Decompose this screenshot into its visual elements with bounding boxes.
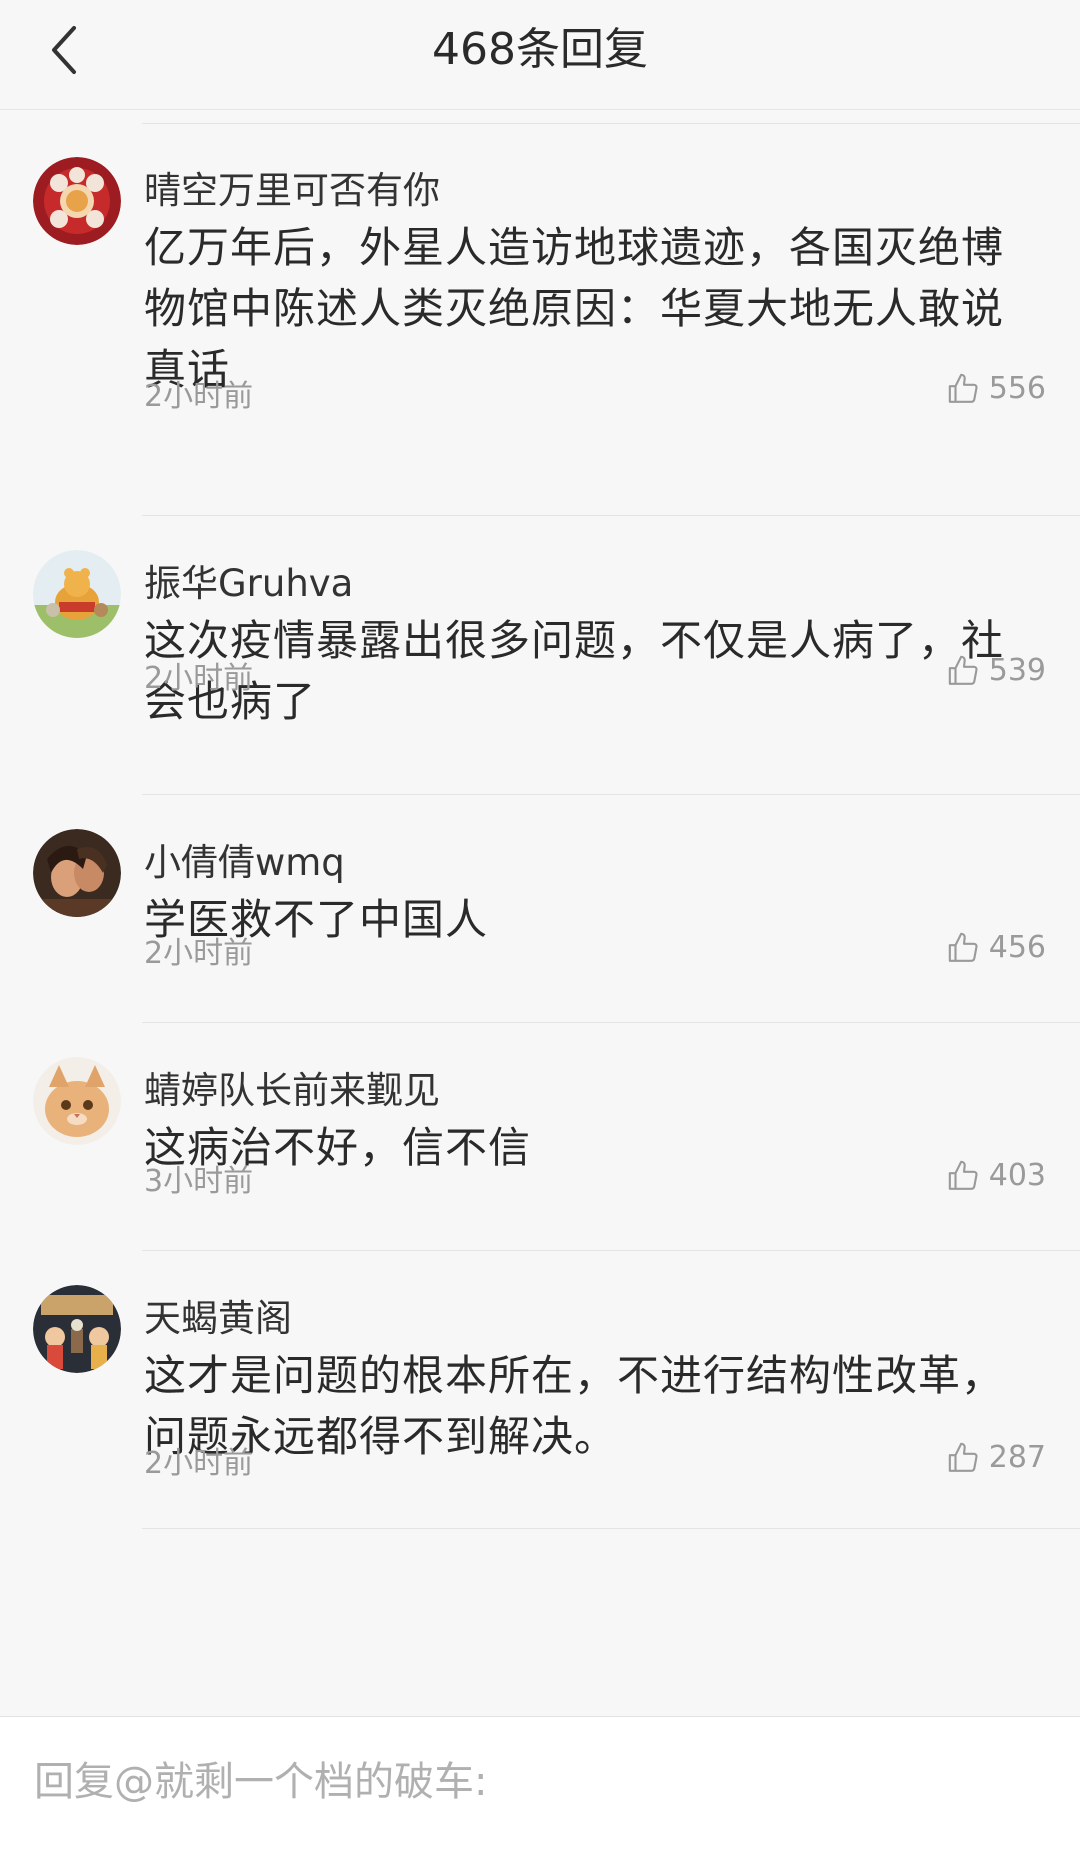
username[interactable]: 晴空万里可否有你 [144, 160, 440, 214]
user-avatar[interactable] [33, 550, 121, 638]
thumbs-up-icon [948, 1442, 978, 1472]
user-avatar[interactable] [33, 829, 121, 917]
comment-item: 天蝎黄阁 这才是问题的根本所在，不进行结构性改革，问题永远都得不到解决。 2小时… [0, 1251, 1080, 1529]
username[interactable]: 振华Gruhva [144, 553, 353, 607]
like-count: 403 [988, 1158, 1046, 1193]
like-count: 287 [988, 1440, 1046, 1475]
like-button[interactable]: 403 [947, 1158, 1046, 1193]
comment-item: 振华Gruhva 这次疫情暴露出很多问题，不仅是人病了，社会也病了 2小时前 5… [0, 516, 1080, 795]
like-button[interactable]: 456 [947, 930, 1046, 965]
page-title: 468条回复 [432, 24, 648, 75]
timestamp: 2小时前 [144, 936, 254, 971]
timestamp: 2小时前 [144, 661, 254, 696]
reply-input[interactable] [34, 1747, 1034, 1817]
comment-item: 蜻婷队长前来觐见 这病治不好，信不信 3小时前 403 [0, 1023, 1080, 1251]
comment-text: 这才是问题的根本所在，不进行结构性改革，问题永远都得不到解决。 [144, 1351, 1005, 1461]
divider [142, 1528, 1080, 1529]
user-avatar[interactable] [33, 1285, 121, 1373]
comment-text: 这病治不好，信不信 [144, 1123, 532, 1172]
comment-item: 小倩倩wmq 学医救不了中国人 2小时前 456 [0, 795, 1080, 1023]
user-avatar[interactable] [33, 1057, 121, 1145]
like-button[interactable]: 287 [947, 1440, 1046, 1475]
comment-item: 晴空万里可否有你 亿万年后，外星人造访地球遗迹，各国灭绝博物馆中陈述人类灭绝原因… [0, 123, 1080, 516]
timestamp: 2小时前 [144, 379, 254, 414]
thumbs-up-icon [948, 932, 978, 962]
thumbs-up-icon [948, 1160, 978, 1190]
like-button[interactable]: 556 [947, 371, 1046, 406]
comment-text: 亿万年后，外星人造访地球遗迹，各国灭绝博物馆中陈述人类灭绝原因：华夏大地无人敢说… [144, 223, 1005, 394]
username[interactable]: 蜻婷队长前来觐见 [144, 1060, 440, 1114]
user-avatar[interactable] [33, 157, 121, 245]
reply-bar [0, 1716, 1080, 1855]
like-button[interactable]: 539 [947, 653, 1046, 688]
comment-text: 这次疫情暴露出很多问题，不仅是人病了，社会也病了 [144, 616, 1005, 726]
username[interactable]: 天蝎黄阁 [144, 1288, 292, 1342]
comment-list: 晴空万里可否有你 亿万年后，外星人造访地球遗迹，各国灭绝博物馆中陈述人类灭绝原因… [0, 123, 1080, 1529]
like-count: 556 [988, 371, 1046, 406]
timestamp: 2小时前 [144, 1446, 254, 1481]
timestamp: 3小时前 [144, 1164, 254, 1199]
like-count: 456 [988, 930, 1046, 965]
username[interactable]: 小倩倩wmq [144, 832, 345, 886]
thumbs-up-icon [948, 373, 978, 403]
header-bar: 468条回复 [0, 0, 1080, 110]
thumbs-up-icon [948, 655, 978, 685]
like-count: 539 [988, 653, 1046, 688]
comment-text: 学医救不了中国人 [144, 895, 489, 944]
